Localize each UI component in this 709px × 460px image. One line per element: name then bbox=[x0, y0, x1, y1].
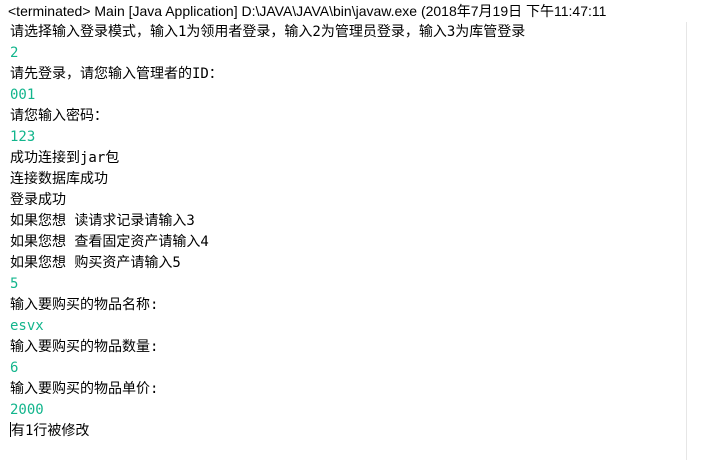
console-header-bar: <terminated> Main [Java Application] D:\… bbox=[0, 0, 709, 22]
console-input-line: 001 bbox=[10, 87, 36, 103]
console-input-line: 6 bbox=[10, 360, 19, 376]
console-line: 请先登录，请您输入管理者的ID： bbox=[10, 66, 223, 82]
console-status-line: <terminated> Main [Java Application] D:\… bbox=[8, 3, 607, 19]
console-line: 请选择输入登录模式，输入1为领用者登录，输入2为管理员登录，输入3为库管登录 bbox=[10, 24, 526, 40]
console-input-line: 2 bbox=[10, 45, 19, 61]
console-output[interactable]: 请选择输入登录模式，输入1为领用者登录，输入2为管理员登录，输入3为库管登录 2… bbox=[10, 22, 687, 442]
console-input-line: 123 bbox=[10, 129, 36, 145]
console-line: 成功连接到jar包 bbox=[10, 150, 120, 166]
console-line-text: 有1行被修改 bbox=[11, 423, 90, 439]
console-input-line: 2000 bbox=[10, 402, 44, 418]
console-line: 登录成功 bbox=[10, 192, 66, 208]
console-line: 请您输入密码： bbox=[10, 108, 108, 124]
console-input-line: 5 bbox=[10, 276, 19, 292]
console-line: 如果您想 读请求记录请输入3 bbox=[10, 213, 195, 229]
console-line: 输入要购买的物品名称: bbox=[10, 297, 159, 313]
console-line: 如果您想 查看固定资产请输入4 bbox=[10, 234, 209, 250]
console-line: 连接数据库成功 bbox=[10, 171, 108, 187]
console-last-line: 有1行被修改 bbox=[10, 421, 687, 442]
vertical-scrollbar[interactable] bbox=[686, 22, 709, 460]
console-view[interactable]: <terminated> Main [Java Application] D:\… bbox=[0, 0, 709, 460]
console-line: 输入要购买的物品数量: bbox=[10, 339, 159, 355]
console-line: 输入要购买的物品单价: bbox=[10, 381, 159, 397]
console-input-line: esvx bbox=[10, 318, 44, 334]
console-line: 如果您想 购买资产请输入5 bbox=[10, 255, 181, 271]
